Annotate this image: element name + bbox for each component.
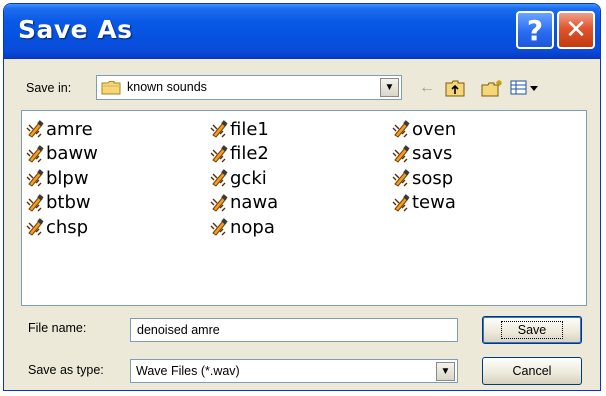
save-as-dialog: Save As ? ✕ Save in: known sounds ▼ ← am… xyxy=(3,3,601,391)
cancel-button[interactable]: Cancel xyxy=(482,357,582,385)
views-menu-icon[interactable] xyxy=(508,78,542,98)
file-item[interactable]: amre xyxy=(26,117,93,141)
wave-file-icon xyxy=(392,169,410,187)
save-in-dropdown-button[interactable]: ▼ xyxy=(380,78,399,97)
file-item[interactable]: oven xyxy=(392,117,456,141)
file-item[interactable]: btbw xyxy=(26,191,91,215)
file-item-label: sosp xyxy=(412,167,454,189)
save-type-value: Wave Files (*.wav) xyxy=(136,364,240,378)
wave-file-icon xyxy=(210,193,228,212)
file-item[interactable]: nawa xyxy=(210,191,278,215)
file-item[interactable]: nopa xyxy=(210,215,275,239)
file-item-label: file1 xyxy=(230,118,269,140)
save-in-dropdown[interactable]: known sounds ▼ xyxy=(96,75,402,100)
save-in-value: known sounds xyxy=(127,80,207,94)
file-item[interactable]: savs xyxy=(392,142,452,166)
wave-file-icon xyxy=(26,193,44,212)
window-title: Save As xyxy=(18,15,133,44)
file-item-label: amre xyxy=(46,118,93,140)
wave-file-icon xyxy=(392,144,410,163)
file-item[interactable]: file1 xyxy=(210,117,269,141)
wave-file-icon xyxy=(26,120,44,138)
save-button[interactable]: Save xyxy=(482,316,582,344)
file-item[interactable]: chsp xyxy=(26,215,88,239)
file-item[interactable]: sosp xyxy=(392,166,453,190)
file-item[interactable]: baww xyxy=(26,142,98,166)
file-item-label: savs xyxy=(412,143,453,164)
chevron-down-icon: ▼ xyxy=(440,366,451,377)
file-item[interactable]: file2 xyxy=(210,142,269,166)
wave-file-icon xyxy=(392,193,410,212)
wave-file-icon xyxy=(26,144,44,163)
help-icon: ? xyxy=(526,13,544,47)
folder-icon xyxy=(101,81,121,95)
cancel-button-label: Cancel xyxy=(512,364,552,378)
file-item-label: nopa xyxy=(230,216,275,238)
file-item-label: btbw xyxy=(46,192,91,213)
close-button[interactable]: ✕ xyxy=(557,11,595,49)
help-button[interactable]: ? xyxy=(516,11,554,49)
save-type-dropdown-button[interactable]: ▼ xyxy=(436,362,455,381)
chevron-down-icon: ▼ xyxy=(384,82,395,93)
title-bar[interactable]: Save As ? ✕ xyxy=(4,4,600,59)
file-item-label: tewa xyxy=(412,192,456,213)
file-item-label: file2 xyxy=(230,143,269,164)
wave-file-icon xyxy=(210,120,228,138)
close-icon: ✕ xyxy=(565,15,587,45)
file-item-label: blpw xyxy=(46,167,89,189)
file-item-label: oven xyxy=(412,118,457,140)
wave-file-icon xyxy=(210,218,228,236)
save-button-label: Save xyxy=(500,321,564,339)
file-item-label: chsp xyxy=(46,216,89,238)
file-item-label: nawa xyxy=(230,192,279,213)
file-item-label: baww xyxy=(46,143,98,164)
back-icon[interactable]: ← xyxy=(416,78,438,98)
wave-file-icon xyxy=(210,169,228,187)
new-folder-icon[interactable] xyxy=(480,78,504,98)
wave-file-icon xyxy=(210,144,228,163)
file-item-label: gcki xyxy=(230,167,267,189)
wave-file-icon xyxy=(392,120,410,138)
save-type-dropdown[interactable]: Wave Files (*.wav) ▼ xyxy=(130,359,458,383)
file-item[interactable]: blpw xyxy=(26,166,89,190)
save-in-label: Save in: xyxy=(26,81,72,95)
file-name-label: File name: xyxy=(28,321,87,335)
file-list[interactable]: amre baww blpw btbw chsp file1 file2 gcki nawa no… xyxy=(21,110,587,306)
wave-file-icon xyxy=(26,169,44,187)
wave-file-icon xyxy=(26,218,44,236)
save-type-label: Save as type: xyxy=(28,363,104,377)
file-item[interactable]: gcki xyxy=(210,166,267,190)
file-name-input[interactable] xyxy=(130,318,458,342)
file-item[interactable]: tewa xyxy=(392,191,456,215)
up-one-level-icon[interactable] xyxy=(444,78,466,98)
